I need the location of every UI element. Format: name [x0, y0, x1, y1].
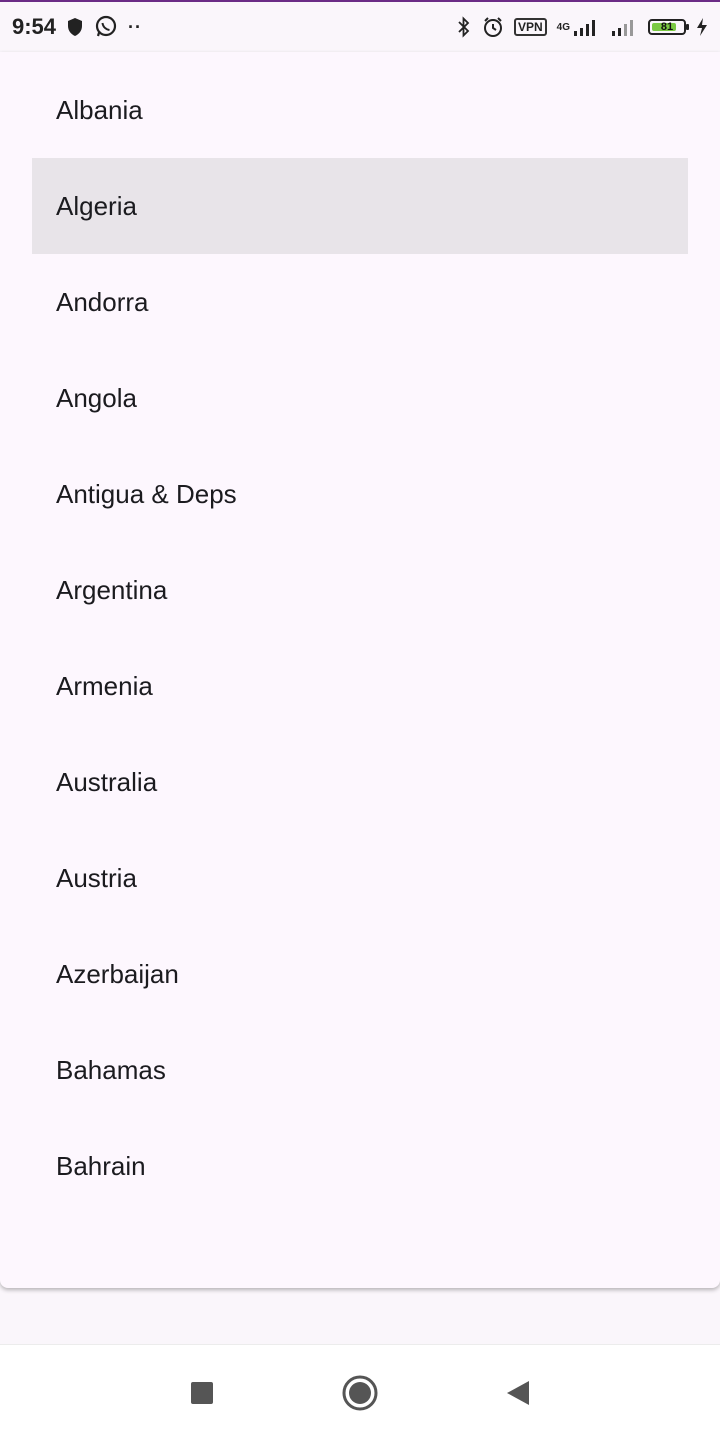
alarm-icon	[482, 16, 504, 38]
navigation-bar	[0, 1344, 720, 1441]
battery-icon: 81	[648, 19, 689, 35]
country-item-label: Bahrain	[56, 1150, 146, 1181]
country-item[interactable]: Algeria	[32, 158, 688, 254]
shield-icon	[66, 17, 84, 37]
country-item-label: Armenia	[56, 670, 153, 701]
home-button[interactable]	[336, 1369, 384, 1417]
status-time: 9:54	[12, 14, 57, 39]
recents-button[interactable]	[178, 1369, 226, 1417]
whatsapp-icon	[94, 15, 118, 39]
country-item[interactable]: Bahamas	[32, 1022, 688, 1118]
country-item-label: Andorra	[56, 286, 149, 317]
network-type: 4G	[556, 21, 570, 33]
signal-4g-icon: 4G	[557, 17, 600, 37]
country-item[interactable]: Australia	[32, 734, 688, 830]
battery-level: 81	[660, 21, 674, 33]
country-item-label: Australia	[56, 766, 158, 797]
country-item-label: Azerbaijan	[56, 958, 179, 989]
country-item-label: Bahamas	[56, 1054, 166, 1085]
country-item[interactable]: Angola	[32, 350, 688, 446]
back-button[interactable]	[494, 1369, 542, 1417]
country-item-label: Algeria	[56, 190, 137, 221]
notification-dots: ··	[128, 16, 143, 37]
country-item-label: Argentina	[56, 574, 168, 605]
country-item[interactable]: Andorra	[32, 254, 688, 350]
country-picker-sheet: Albania Algeria Andorra Angola Antigua & Dep…	[0, 52, 720, 1288]
country-item[interactable]: Argentina	[32, 542, 688, 638]
country-item-label: Angola	[56, 382, 137, 413]
vpn-badge: VPN	[513, 18, 547, 36]
status-left: 9:54 ··	[12, 14, 142, 40]
signal-icon	[610, 17, 638, 37]
country-list: Albania Algeria Andorra Angola Antigua & Dep…	[32, 62, 688, 1214]
country-item[interactable]: Azerbaijan	[32, 926, 688, 1022]
bluetooth-icon	[456, 16, 472, 38]
country-item[interactable]: Austria	[32, 830, 688, 926]
back-icon	[505, 1379, 531, 1407]
status-bar: 9:54 ·· VPN 4G 81	[0, 2, 720, 52]
country-item-label: Austria	[56, 862, 137, 893]
country-item[interactable]: Armenia	[32, 638, 688, 734]
country-item[interactable]: Antigua & Deps	[32, 446, 688, 542]
home-icon	[342, 1375, 378, 1411]
country-item-label: Albania	[56, 94, 143, 125]
country-item[interactable]: Albania	[32, 62, 688, 158]
status-right: VPN 4G 81	[456, 16, 708, 38]
recents-icon	[190, 1381, 214, 1405]
country-item[interactable]: Bahrain	[32, 1118, 688, 1214]
country-item-label: Antigua & Deps	[56, 478, 237, 509]
charging-icon	[696, 17, 708, 37]
